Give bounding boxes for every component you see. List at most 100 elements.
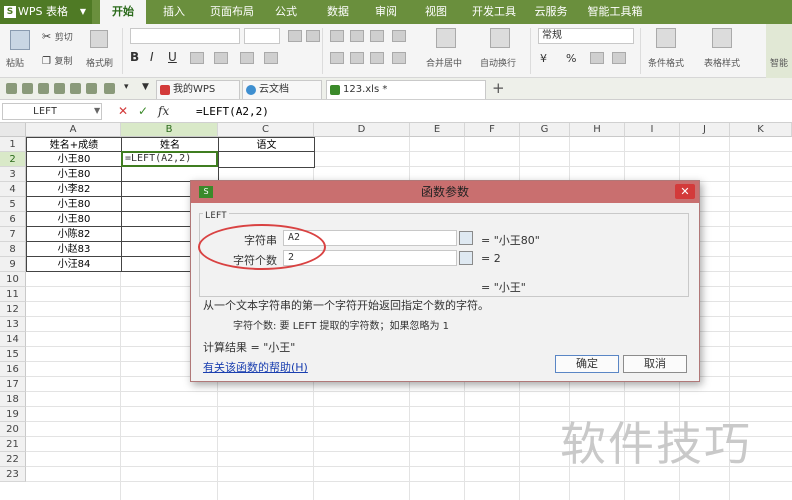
format-painter-button[interactable]: 格式刷 (86, 56, 113, 69)
row-header[interactable]: 1 (0, 137, 26, 152)
range-select-icon[interactable] (459, 251, 473, 265)
column-header[interactable]: D (314, 123, 410, 137)
table-cell[interactable]: 小汪84 (26, 257, 122, 272)
insert-function-icon[interactable]: fx (158, 104, 169, 118)
cut-button[interactable]: ✂ 剪切 (42, 30, 73, 43)
align-left-icon[interactable] (330, 52, 344, 64)
select-all-corner[interactable] (0, 123, 26, 137)
header-cell[interactable]: 姓名+成绩 (26, 137, 122, 152)
save-icon[interactable] (6, 83, 17, 94)
ok-button[interactable]: 确定 (555, 355, 619, 373)
table-cell[interactable]: 小王80 (26, 152, 122, 167)
font-name-select[interactable] (130, 28, 240, 44)
conditional-format-icon[interactable] (656, 28, 676, 48)
tab-smart-toolbox[interactable]: 智能工具箱 (580, 0, 650, 24)
paste-icon[interactable] (10, 30, 30, 50)
app-menu-button[interactable]: S WPS 表格 ▼ (0, 0, 92, 24)
format-painter-icon[interactable] (90, 30, 108, 48)
row-header[interactable]: 20 (0, 422, 26, 437)
column-header[interactable]: J (680, 123, 730, 137)
font-color-icon[interactable] (240, 52, 254, 64)
justify-icon[interactable] (392, 52, 406, 64)
open-icon[interactable] (22, 83, 33, 94)
table-cell[interactable]: 小王80 (26, 197, 122, 212)
column-header[interactable]: I (625, 123, 680, 137)
row-header[interactable]: 22 (0, 452, 26, 467)
row-header[interactable]: 13 (0, 317, 26, 332)
undo-icon[interactable] (86, 83, 97, 94)
help-link[interactable]: 有关该函数的帮助(H) (203, 359, 308, 375)
thousands-icon[interactable] (590, 52, 604, 64)
row-header[interactable]: 17 (0, 377, 26, 392)
row-header[interactable]: 15 (0, 347, 26, 362)
table-style-button[interactable]: 表格样式 (704, 56, 740, 69)
tab-developer[interactable]: 开发工具 (464, 0, 524, 24)
row-header[interactable]: 3 (0, 167, 26, 182)
row-header[interactable]: 19 (0, 407, 26, 422)
tab-data[interactable]: 数据 (318, 0, 358, 24)
table-cell[interactable]: 小赵83 (26, 242, 122, 257)
formula-input[interactable]: =LEFT(A2,2) (196, 104, 269, 120)
redo-icon[interactable] (104, 83, 115, 94)
percent-button[interactable]: % (566, 52, 576, 65)
close-icon[interactable]: ✕ (675, 184, 695, 199)
row-header[interactable]: 4 (0, 182, 26, 197)
range-select-icon[interactable] (459, 231, 473, 245)
row-header[interactable]: 6 (0, 212, 26, 227)
cancel-button[interactable]: 取消 (623, 355, 687, 373)
currency-button[interactable]: ¥ (540, 52, 547, 65)
customize-icon[interactable]: ▾ (124, 82, 129, 92)
smart-button[interactable]: 智能 (766, 24, 792, 78)
font-grow-icon[interactable] (288, 30, 302, 42)
clear-format-icon[interactable] (264, 52, 278, 64)
table-cell[interactable]: 小李82 (26, 182, 122, 197)
row-header[interactable]: 12 (0, 302, 26, 317)
row-header[interactable]: 7 (0, 227, 26, 242)
row-header[interactable]: 8 (0, 242, 26, 257)
column-header[interactable]: C (218, 123, 314, 137)
border-icon[interactable] (190, 52, 204, 64)
doctab-cloud-docs[interactable]: 云文档 (242, 80, 322, 99)
column-header[interactable]: F (465, 123, 520, 137)
row-header[interactable]: 9 (0, 257, 26, 272)
tab-home[interactable]: 开始 (100, 0, 146, 25)
tab-cloud[interactable]: 云服务 (526, 0, 576, 24)
indent-icon[interactable] (392, 30, 406, 42)
bold-button[interactable]: B (130, 50, 139, 64)
header-cell[interactable]: 姓名 (121, 137, 219, 152)
merge-center-button[interactable]: 合并居中 (426, 56, 462, 69)
tab-view[interactable]: 视图 (416, 0, 456, 24)
new-tab-icon[interactable]: + (492, 79, 505, 97)
decimal-icon[interactable] (612, 52, 626, 64)
row-header[interactable]: 5 (0, 197, 26, 212)
auto-wrap-icon[interactable] (490, 28, 510, 48)
align-middle-icon[interactable] (350, 30, 364, 42)
column-header[interactable]: B (121, 123, 218, 137)
fill-color-icon[interactable] (214, 52, 228, 64)
number-format-select[interactable]: 常规 (538, 28, 634, 44)
header-cell[interactable]: 语文 (218, 137, 315, 152)
font-shrink-icon[interactable] (306, 30, 320, 42)
tab-page-layout[interactable]: 页面布局 (202, 0, 262, 24)
table-style-icon[interactable] (712, 28, 732, 48)
print-icon[interactable] (38, 83, 49, 94)
row-header[interactable]: 2 (0, 152, 26, 167)
tab-insert[interactable]: 插入 (152, 0, 196, 24)
column-header[interactable]: E (410, 123, 465, 137)
doctab-my-wps[interactable]: 我的WPS (156, 80, 240, 99)
paste-button[interactable]: 粘贴 (6, 56, 24, 69)
align-bottom-icon[interactable] (370, 30, 384, 42)
tab-formulas[interactable]: 公式 (266, 0, 306, 24)
align-right-icon[interactable] (370, 52, 384, 64)
row-header[interactable]: 16 (0, 362, 26, 377)
active-cell[interactable]: =LEFT(A2,2) (121, 151, 218, 167)
align-top-icon[interactable] (330, 30, 344, 42)
table-cell[interactable]: 小王80 (26, 212, 122, 227)
font-size-select[interactable] (244, 28, 280, 44)
table-cell[interactable] (218, 152, 315, 168)
tab-menu-icon[interactable]: ▼ (142, 82, 149, 92)
row-header[interactable]: 11 (0, 287, 26, 302)
doctab-123-xls[interactable]: 123.xls * (326, 80, 486, 99)
export-pdf-icon[interactable] (70, 83, 81, 94)
align-center-icon[interactable] (350, 52, 364, 64)
